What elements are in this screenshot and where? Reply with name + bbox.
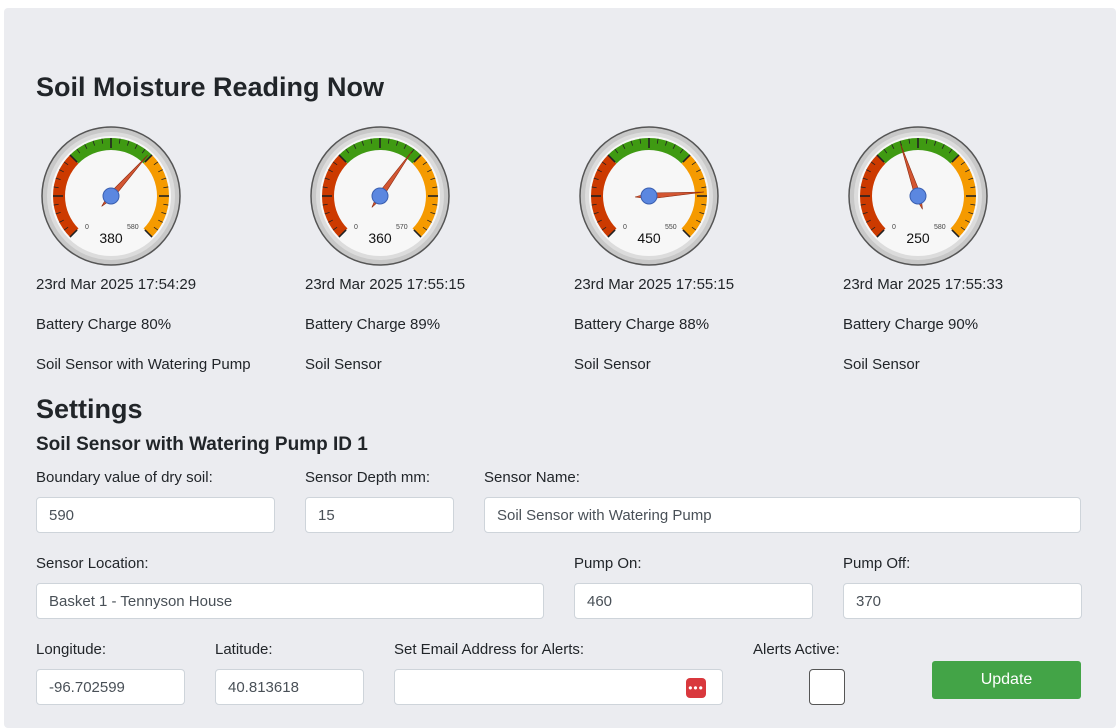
moisture-gauge: 0 570 360	[310, 126, 450, 266]
gauge-timestamp: 23rd Mar 2025 17:55:15	[574, 276, 735, 293]
gauge-card-3: 0 550 450 23rd Mar 2025 17:55:15 Battery C…	[574, 124, 834, 373]
battery-charge: Battery Charge 88%	[574, 316, 710, 333]
boundary-label: Boundary value of dry soil:	[36, 469, 213, 486]
gauge-value: 380	[99, 230, 123, 246]
latitude-label: Latitude:	[215, 641, 273, 658]
longitude-input[interactable]: -96.702599	[36, 669, 185, 705]
gauge-timestamp: 23rd Mar 2025 17:55:15	[305, 276, 466, 293]
location-label: Sensor Location:	[36, 555, 149, 572]
sensor-name-label: Sensor Name:	[484, 469, 580, 486]
gauge-min-label: 0	[85, 224, 89, 231]
gauge-hub	[909, 187, 927, 205]
gauge-min-label: 0	[623, 224, 627, 231]
sensor-type: Soil Sensor	[305, 356, 382, 373]
battery-charge: Battery Charge 80%	[36, 316, 172, 333]
sensor-type: Soil Sensor	[843, 356, 920, 373]
sensor-type: Soil Sensor with Watering Pump	[36, 356, 251, 373]
longitude-label: Longitude:	[36, 641, 107, 658]
sensor-name-input[interactable]: Soil Sensor with Watering Pump	[484, 497, 1081, 533]
depth-label: Sensor Depth mm:	[305, 469, 431, 486]
gauge-max-label: 580	[934, 224, 946, 231]
alerts-label: Alerts Active:	[753, 641, 840, 658]
gauge-max-label: 580	[127, 224, 139, 231]
boundary-input[interactable]: 590	[36, 497, 275, 533]
gauge-hub	[371, 187, 389, 205]
gauge-card-4: 0 580 250 23rd Mar 2025 17:55:33 Battery C…	[843, 124, 1103, 373]
gauge-min-label: 0	[354, 224, 358, 231]
moisture-gauge: 0 580 380	[41, 126, 181, 266]
update-button[interactable]: Update	[932, 661, 1081, 699]
alerts-checkbox[interactable]	[809, 669, 845, 705]
depth-input[interactable]: 15	[305, 497, 454, 533]
settings-heading: Settings	[36, 394, 143, 424]
gauge-hub	[102, 187, 120, 205]
gauge-max-label: 570	[396, 224, 408, 231]
pump-off-input[interactable]: 370	[843, 583, 1082, 619]
latitude-input[interactable]: 40.813618	[215, 669, 364, 705]
gauge-timestamp: 23rd Mar 2025 17:55:33	[843, 276, 1004, 293]
gauge-hub	[640, 187, 658, 205]
pump-off-label: Pump Off:	[843, 555, 911, 572]
location-input[interactable]: Basket 1 - Tennyson House	[36, 583, 544, 619]
email-input[interactable]: •••	[394, 669, 723, 705]
gauge-timestamp: 23rd Mar 2025 17:54:29	[36, 276, 197, 293]
moisture-gauge: 0 580 250	[848, 126, 988, 266]
gauge-min-label: 0	[892, 224, 896, 231]
battery-charge: Battery Charge 89%	[305, 316, 441, 333]
gauge-card-1: 0 580 380 23rd Mar 2025 17:54:29 Battery C…	[36, 124, 296, 373]
gauge-value: 250	[906, 230, 930, 246]
pump-on-input[interactable]: 460	[574, 583, 813, 619]
battery-charge: Battery Charge 90%	[843, 316, 979, 333]
pump-on-label: Pump On:	[574, 555, 642, 572]
gauge-value: 450	[637, 230, 661, 246]
gauge-max-label: 550	[665, 224, 677, 231]
page-title: Soil Moisture Reading Now	[36, 72, 385, 102]
moisture-gauge: 0 550 450	[579, 126, 719, 266]
gauge-value: 360	[368, 230, 392, 246]
password-manager-icon[interactable]: •••	[686, 678, 706, 698]
email-label: Set Email Address for Alerts:	[394, 641, 585, 658]
settings-subtitle: Soil Sensor with Watering Pump ID 1	[36, 434, 368, 455]
gauge-card-2: 0 570 360 23rd Mar 2025 17:55:15 Battery C…	[305, 124, 565, 373]
sensor-type: Soil Sensor	[574, 356, 651, 373]
